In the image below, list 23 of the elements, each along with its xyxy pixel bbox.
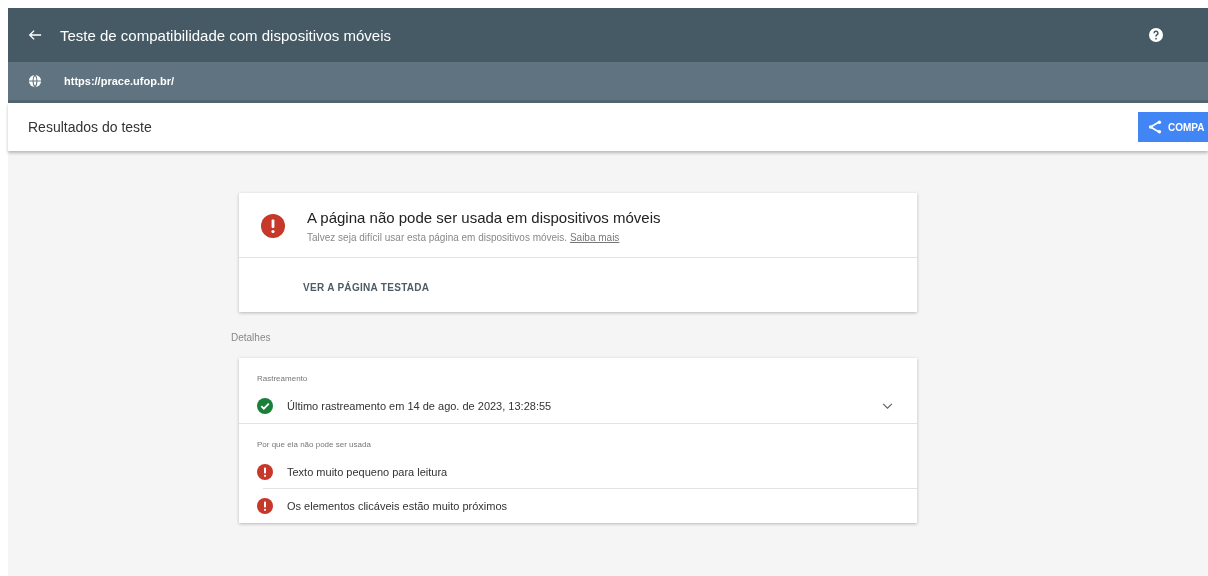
result-text: Os elementos clicáveis estão muito próximos: [287, 500, 509, 512]
learn-more-link[interactable]: Saiba mais: [569, 232, 620, 243]
share-button[interactable]: COMPA: [1138, 112, 1208, 142]
error-icon: [261, 214, 285, 238]
result-text: Texto muito pequeno para leitura: [287, 466, 449, 478]
results-title: Resultados do teste: [28, 119, 153, 135]
view-tested-page-link[interactable]: VER A PÁGINA TESTADA: [303, 282, 430, 293]
result-text: Último rastreamento em 14 de ago. de 2023, 13:28:55: [287, 400, 553, 412]
section-label: Rastreamento: [256, 374, 309, 383]
section-label: Por que ela não pode ser usada: [256, 440, 372, 449]
help-icon[interactable]: [1149, 28, 1163, 42]
page-title: Teste de compatibilidade com dispositivos móveis: [60, 26, 392, 44]
error-icon: [257, 498, 273, 514]
share-icon: [1148, 120, 1162, 134]
error-icon: [257, 464, 273, 480]
details-heading: Detalhes: [231, 332, 272, 343]
globe-icon: [28, 74, 42, 88]
chevron-down-icon[interactable]: [882, 402, 893, 410]
verdict-description: Talvez seja difícil usar esta página em dispositivos móveis. Saiba mais: [307, 232, 621, 243]
check-icon: [257, 398, 273, 414]
verdict-title: A página não pode ser usada em dispositivos móveis: [307, 209, 661, 226]
back-arrow-icon[interactable]: [28, 28, 42, 42]
tested-url: https://prace.ufop.br/: [64, 75, 174, 87]
